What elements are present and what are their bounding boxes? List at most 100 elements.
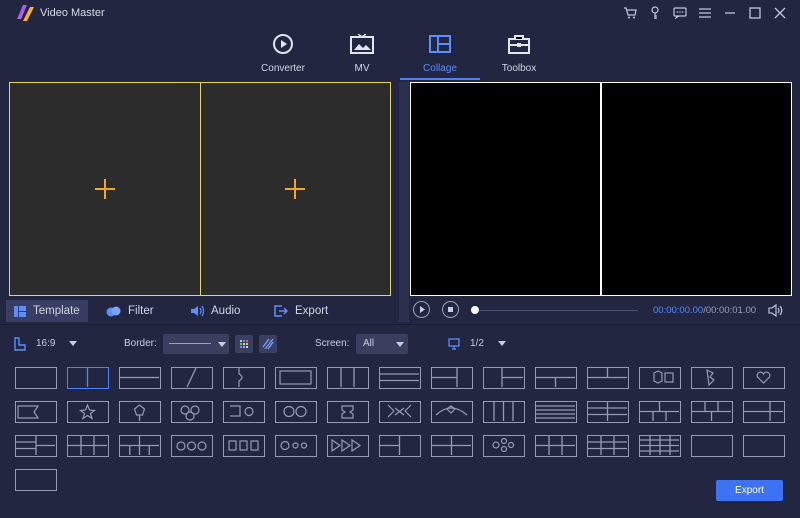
- template-option[interactable]: [639, 367, 681, 389]
- monitor-icon: [448, 338, 460, 350]
- template-option[interactable]: [223, 401, 265, 423]
- template-option[interactable]: [535, 435, 577, 457]
- template-option[interactable]: [119, 367, 161, 389]
- tab-template[interactable]: Template: [6, 300, 88, 322]
- title-bar: Video Master: [0, 0, 800, 26]
- minimize-icon[interactable]: [717, 4, 742, 22]
- export-button[interactable]: Export: [716, 480, 783, 501]
- time-display: 00:00:00.00/00:00:01.00: [653, 305, 756, 316]
- key-icon[interactable]: [642, 4, 667, 22]
- template-option[interactable]: [171, 435, 213, 457]
- template-option[interactable]: [15, 469, 57, 491]
- template-option[interactable]: [171, 401, 213, 423]
- template-option[interactable]: [743, 367, 785, 389]
- progress-track[interactable]: [472, 310, 638, 311]
- template-option[interactable]: [587, 367, 629, 389]
- template-option[interactable]: [15, 401, 57, 423]
- border-pattern-button[interactable]: [259, 335, 277, 353]
- template-layout-icon: [756, 371, 771, 384]
- template-option[interactable]: [431, 401, 473, 423]
- template-layout-icon: [588, 368, 627, 379]
- template-option[interactable]: [119, 435, 161, 457]
- template-option[interactable]: [743, 401, 785, 423]
- screen-dropdown-icon[interactable]: [396, 342, 404, 347]
- add-media-icon[interactable]: [285, 179, 306, 199]
- template-option[interactable]: [587, 401, 629, 423]
- template-option[interactable]: [691, 367, 733, 389]
- template-option[interactable]: [119, 401, 161, 423]
- template-option[interactable]: [743, 435, 785, 457]
- template-option[interactable]: [67, 367, 109, 389]
- cart-icon[interactable]: [617, 4, 642, 22]
- collage-slot-1[interactable]: [10, 83, 200, 295]
- nav-toolbox-label: Toolbox: [501, 63, 537, 74]
- border-style-select[interactable]: [163, 334, 229, 354]
- close-icon[interactable]: [767, 4, 792, 22]
- play-button[interactable]: [413, 301, 430, 318]
- template-option[interactable]: [483, 401, 525, 423]
- template-option[interactable]: [691, 401, 733, 423]
- template-layout-icon: [186, 368, 197, 387]
- aspect-ratio-value[interactable]: 16:9: [36, 338, 55, 349]
- template-option[interactable]: [327, 367, 369, 389]
- nav-collage[interactable]: Collage: [400, 30, 480, 80]
- page-dropdown-icon[interactable]: [498, 341, 506, 346]
- screen-select[interactable]: All: [356, 334, 408, 354]
- progress-knob[interactable]: [471, 306, 479, 314]
- template-option[interactable]: [67, 401, 109, 423]
- nav-mv[interactable]: MV: [322, 30, 402, 80]
- template-layout-icon: [380, 436, 401, 455]
- template-option[interactable]: [15, 435, 57, 457]
- stripe-pattern-icon: [262, 338, 274, 350]
- tab-audio[interactable]: Audio: [182, 300, 248, 322]
- template-option[interactable]: [379, 435, 421, 457]
- template-option[interactable]: [379, 367, 421, 389]
- volume-icon[interactable]: [768, 303, 784, 320]
- main-nav: Converter MV Collage Toolbox: [0, 30, 800, 80]
- template-option[interactable]: [535, 401, 577, 423]
- border-dropdown-icon[interactable]: [218, 342, 226, 347]
- template-option[interactable]: [327, 435, 369, 457]
- template-option[interactable]: [483, 435, 525, 457]
- template-option[interactable]: [587, 435, 629, 457]
- template-option[interactable]: [275, 401, 317, 423]
- template-option[interactable]: [431, 435, 473, 457]
- filter-icon: [106, 306, 121, 316]
- template-option[interactable]: [15, 367, 57, 389]
- template-option[interactable]: [639, 435, 681, 457]
- stop-button[interactable]: [442, 301, 459, 318]
- screen-select-value: All: [363, 338, 375, 349]
- menu-icon[interactable]: [692, 4, 717, 22]
- template-option[interactable]: [327, 401, 369, 423]
- template-option[interactable]: [639, 401, 681, 423]
- maximize-icon[interactable]: [742, 4, 767, 22]
- nav-toolbox[interactable]: Toolbox: [479, 30, 559, 80]
- aspect-dropdown-icon[interactable]: [69, 341, 77, 346]
- template-option[interactable]: [379, 401, 421, 423]
- template-layout-icon: [536, 405, 575, 419]
- collage-slot-2[interactable]: [199, 83, 391, 295]
- add-media-icon[interactable]: [94, 179, 115, 199]
- tab-filter[interactable]: Filter: [98, 300, 162, 322]
- border-color-button[interactable]: [235, 335, 253, 353]
- template-option[interactable]: [483, 367, 525, 389]
- template-layout-icon: [536, 376, 575, 387]
- feedback-icon[interactable]: [667, 4, 692, 22]
- template-option[interactable]: [223, 435, 265, 457]
- nav-converter[interactable]: Converter: [243, 30, 323, 80]
- template-option[interactable]: [275, 435, 317, 457]
- audio-icon: [191, 305, 204, 317]
- template-layout-icon: [501, 368, 523, 387]
- tab-export[interactable]: Export: [266, 300, 336, 322]
- template-option[interactable]: [535, 367, 577, 389]
- template-option[interactable]: [275, 367, 317, 389]
- mv-icon: [350, 34, 374, 54]
- tab-filter-label: Filter: [128, 305, 154, 317]
- template-option[interactable]: [431, 367, 473, 389]
- template-option[interactable]: [691, 435, 733, 457]
- template-layout-icon: [432, 436, 471, 455]
- template-option[interactable]: [67, 435, 109, 457]
- template-option[interactable]: [171, 367, 213, 389]
- template-option[interactable]: [223, 367, 265, 389]
- template-options: 16:9 Border: Screen: All 1/2: [0, 334, 800, 356]
